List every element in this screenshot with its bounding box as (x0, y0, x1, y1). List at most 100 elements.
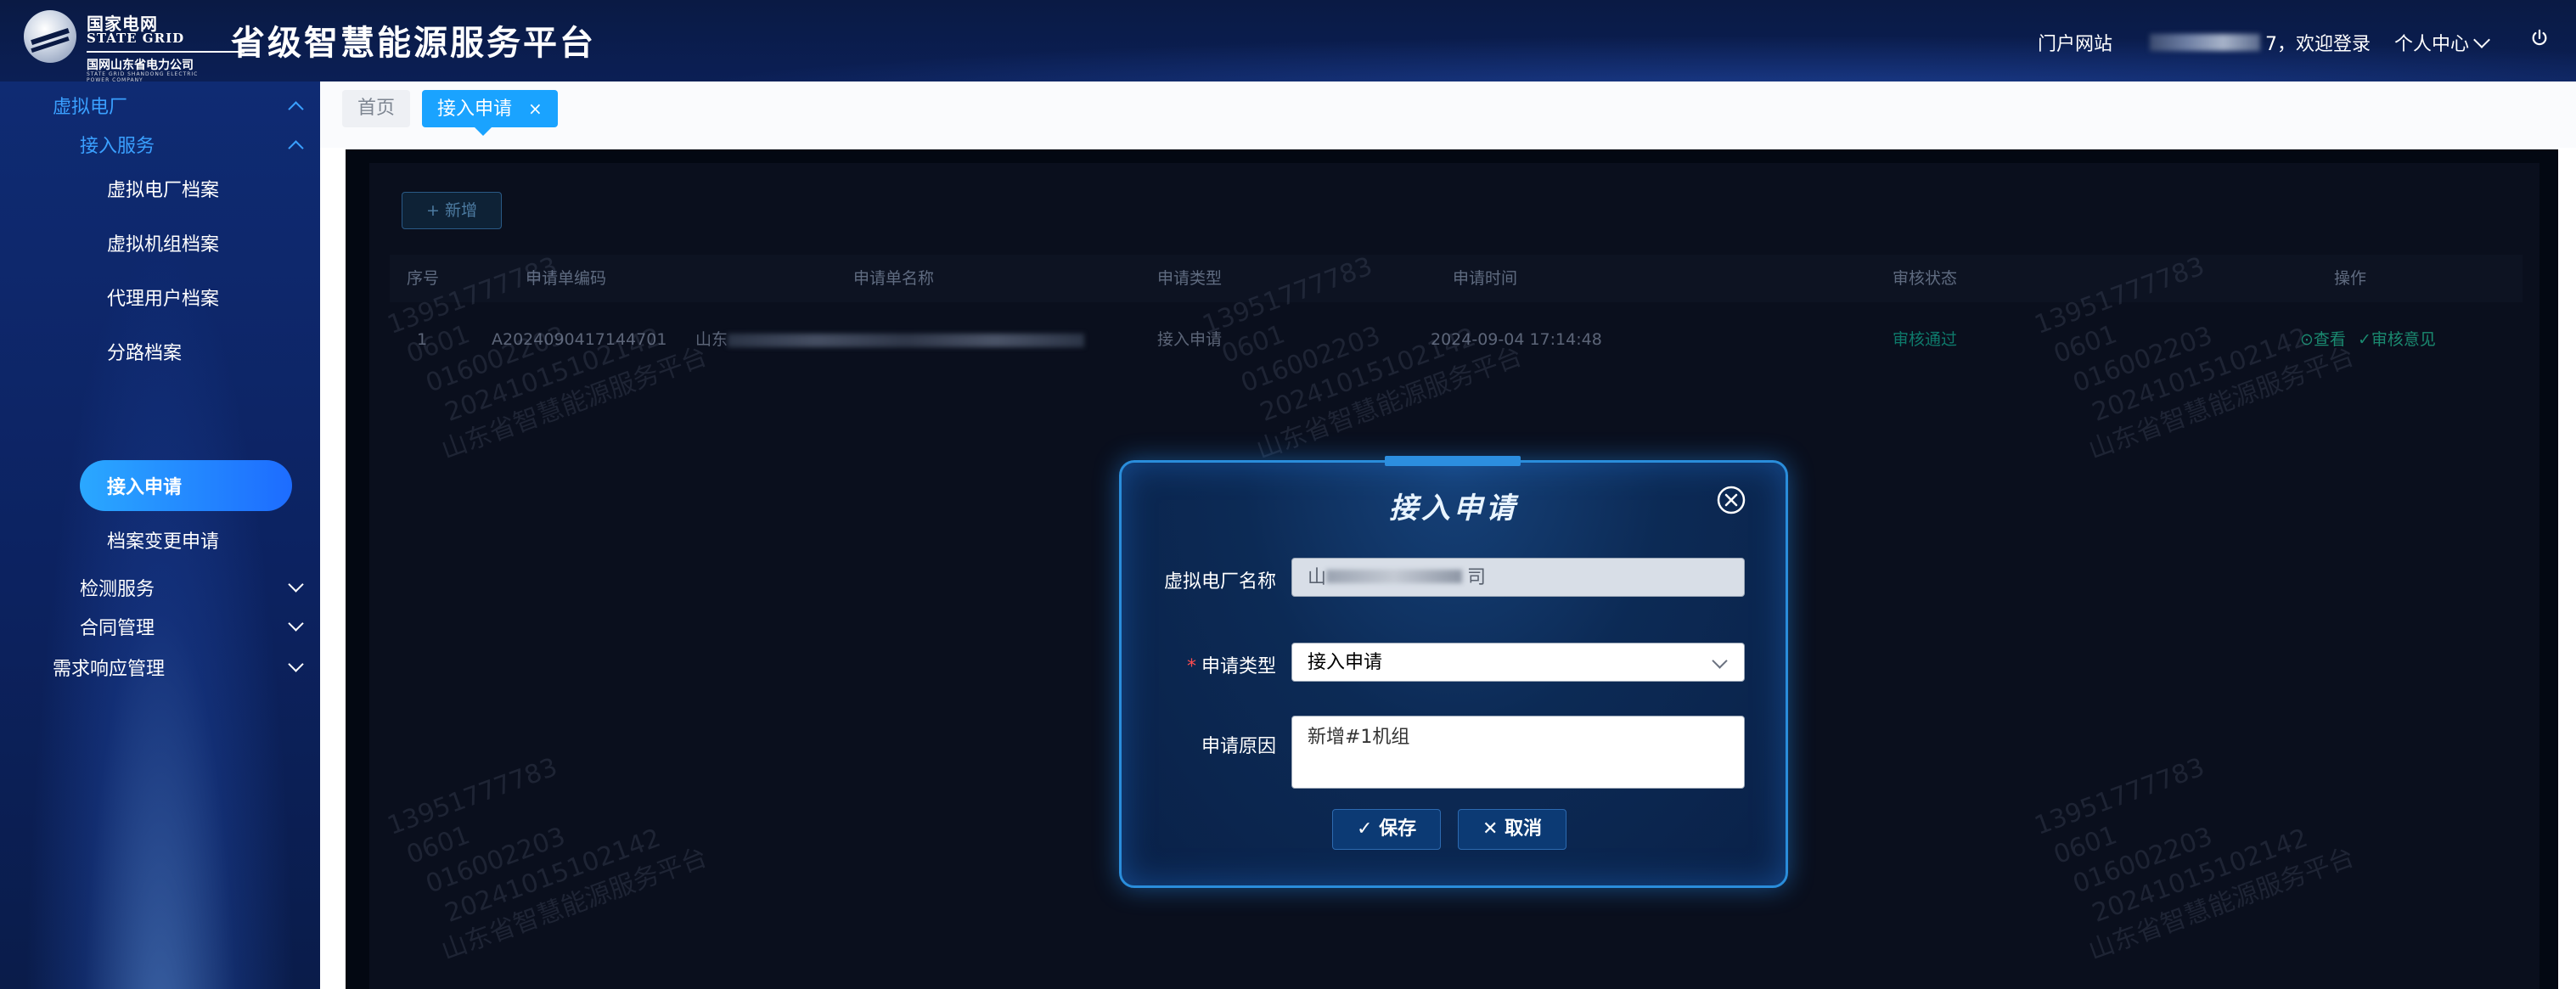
sidebar-item-label: 接入申请 (107, 477, 183, 498)
cell-code: A2024090417144701 (492, 330, 667, 349)
sidebar: 虚拟电厂 接入服务 虚拟电厂档案 虚拟机组档案 代理用户档案 分路档案 接入申请… (0, 81, 320, 989)
close-circle-icon[interactable] (1716, 485, 1746, 515)
col-code-header: 申请单编码 (526, 269, 607, 288)
portal-link[interactable]: 门户网站 (2038, 29, 2112, 56)
chevron-down-icon (288, 615, 304, 632)
cell-index: 1 (417, 330, 428, 349)
opinion-action-label: 审核意见 (2371, 330, 2436, 349)
sidebar-group-vpp[interactable]: 虚拟电厂 (0, 87, 320, 124)
user-greeting-text: 7，欢迎登录 (2265, 34, 2371, 55)
globe-logo-icon (24, 10, 76, 63)
vpp-name-prefix: 山 (1308, 567, 1327, 588)
view-action-label: 查看 (2313, 330, 2346, 349)
sidebar-item-branch-archive[interactable]: 分路档案 (0, 333, 320, 370)
user-center-label: 个人中心 (2394, 34, 2470, 55)
required-asterisk: * (1186, 656, 1196, 677)
sidebar-item-archive-change[interactable]: 档案变更申请 (0, 521, 320, 559)
sidebar-item-label: 代理用户档案 (107, 289, 220, 310)
user-greeting: 7，欢迎登录 (2150, 29, 2371, 56)
apply-type-select[interactable]: 接入申请 (1291, 643, 1745, 682)
sidebar-sub-contract-label: 合同管理 (80, 618, 155, 639)
add-button[interactable]: + 新增 (402, 192, 502, 229)
state-grid-logo: 国家电网 STATE GRID 国网山东省电力公司 STATE GRID SHA… (24, 7, 245, 83)
logo-divider (87, 51, 245, 53)
tab-access-apply-label: 接入申请 (437, 98, 513, 120)
tab-bar: 首页 接入申请 × (320, 81, 2576, 148)
user-center-menu[interactable]: 个人中心 (2394, 29, 2490, 56)
cancel-button-label: 取消 (1505, 818, 1543, 840)
redacted-vpp-name (1326, 570, 1463, 583)
apply-reason-value: 新增#1机组 (1308, 727, 1410, 748)
col-time-header: 申请时间 (1453, 269, 1518, 288)
cell-name: 山东 (695, 316, 1085, 363)
sidebar-item-access-apply[interactable]: 接入申请 (0, 467, 320, 504)
apply-type-label-text: 申请类型 (1201, 656, 1276, 677)
sidebar-item-label: 虚拟电厂档案 (107, 180, 220, 201)
sidebar-group-demand-label: 需求响应管理 (53, 659, 166, 680)
check-icon: ✓ (2357, 330, 2371, 349)
col-name-header: 申请单名称 (853, 269, 935, 288)
power-icon[interactable] (2530, 29, 2549, 48)
row-actions: ⊙查看 ✓审核意见 (2300, 316, 2436, 363)
sidebar-sub-detect[interactable]: 检测服务 (0, 569, 320, 606)
tab-home-label: 首页 (357, 98, 396, 119)
vpp-name-suffix: 司 (1467, 567, 1487, 588)
vpp-name-label: 虚拟电厂名称 (1163, 571, 1276, 593)
col-index-header: 序号 (407, 269, 440, 288)
sidebar-item-label: 档案变更申请 (107, 531, 220, 553)
sidebar-item-label: 分路档案 (107, 343, 183, 364)
close-icon: ✕ (1482, 818, 1505, 840)
access-apply-dialog: 接入申请 虚拟电厂名称 山司 * 申请类型 接入申请 申请原因 新增#1机组 ✓ … (1119, 456, 1788, 888)
status-badge: 审核通过 (1893, 330, 1958, 349)
sidebar-item-agent-user-archive[interactable]: 代理用户档案 (0, 278, 320, 316)
dialog-top-decoration (1385, 456, 1521, 466)
chevron-up-icon (288, 140, 304, 156)
opinion-action[interactable]: ✓审核意见 (2358, 330, 2436, 349)
chevron-up-icon (288, 101, 304, 117)
apply-type-label: * 申请类型 (1106, 651, 1276, 678)
watermark: 13951777783 0601 016002203 2024101510214… (383, 752, 711, 966)
plus-icon: + (426, 201, 440, 220)
chevron-down-icon (288, 576, 304, 593)
sidebar-group-vpp-label: 虚拟电厂 (53, 97, 128, 118)
table-header: 序号 申请单编码 申请单名称 申请类型 申请时间 审核状态 操作 (390, 255, 2523, 302)
dialog-title: 接入申请 (1389, 492, 1518, 525)
apply-reason-textarea[interactable]: 新增#1机组 (1291, 716, 1745, 789)
sidebar-group-demand[interactable]: 需求响应管理 (0, 649, 320, 686)
apply-reason-label: 申请原因 (1201, 736, 1276, 757)
watermark: 13951777783 0601 016002203 2024101510214… (2030, 752, 2359, 966)
cell-type: 接入申请 (1157, 330, 1223, 349)
tab-access-apply[interactable]: 接入申请 × (422, 90, 558, 136)
logo-en-text: STATE GRID (87, 31, 185, 46)
sidebar-sub-detect-label: 检测服务 (80, 579, 155, 600)
col-action-header: 操作 (2334, 269, 2367, 288)
view-action[interactable]: ⊙查看 (2300, 330, 2346, 349)
sidebar-sub-contract[interactable]: 合同管理 (0, 608, 320, 645)
chevron-down-icon (2473, 31, 2490, 48)
cell-time: 2024-09-04 17:14:48 (1431, 330, 1602, 349)
sidebar-item-label: 虚拟机组档案 (107, 234, 220, 256)
cancel-button[interactable]: ✕ 取消 (1458, 809, 1567, 850)
table-row: 1 A2024090417144701 山东 接入申请 2024-09-04 1… (390, 316, 2523, 363)
save-button[interactable]: ✓ 保存 (1332, 809, 1442, 850)
vpp-name-field: 山司 (1291, 558, 1745, 597)
tab-home[interactable]: 首页 (342, 90, 411, 127)
save-button-label: 保存 (1379, 818, 1417, 840)
chevron-down-icon (288, 656, 304, 672)
redacted-name (728, 333, 1085, 347)
sidebar-item-unit-archive[interactable]: 虚拟机组档案 (0, 224, 320, 261)
col-type-header: 申请类型 (1157, 269, 1223, 288)
redacted-username (2150, 34, 2260, 51)
check-icon: ✓ (1357, 818, 1380, 840)
add-button-label: 新增 (444, 201, 477, 220)
sidebar-sub-access[interactable]: 接入服务 (0, 126, 320, 163)
apply-type-value: 接入申请 (1308, 652, 1383, 673)
sidebar-sub-access-label: 接入服务 (80, 136, 155, 157)
eye-icon: ⊙ (2300, 330, 2314, 349)
chevron-down-icon (1712, 653, 1728, 669)
col-status-header: 审核状态 (1893, 269, 1958, 288)
top-header: 国家电网 STATE GRID 国网山东省电力公司 STATE GRID SHA… (0, 0, 2576, 83)
sidebar-item-vpp-archive[interactable]: 虚拟电厂档案 (0, 170, 320, 207)
close-icon[interactable]: × (528, 98, 543, 119)
cell-name-prefix: 山东 (695, 330, 728, 349)
